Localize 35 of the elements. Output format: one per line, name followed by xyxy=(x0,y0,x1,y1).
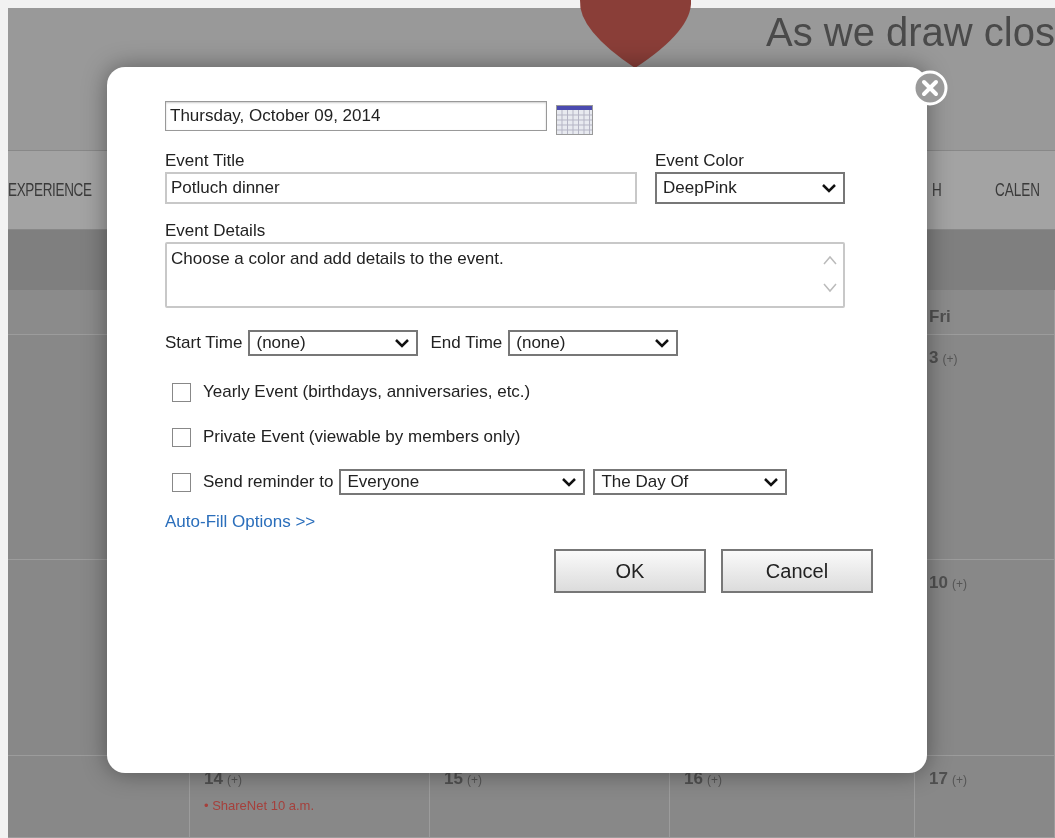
option-label: Send reminder to xyxy=(203,471,334,494)
checkbox[interactable] xyxy=(172,427,191,447)
end-time-select[interactable]: (none) xyxy=(508,330,679,356)
field-label: Start Time xyxy=(165,332,243,355)
color-select[interactable]: DeepPink xyxy=(655,172,845,204)
start-time-select[interactable]: (none) xyxy=(248,330,419,356)
title-field[interactable]: Potluch dinner xyxy=(165,172,637,204)
weekday-heading: Fri xyxy=(929,307,951,326)
heart-icon xyxy=(578,0,693,70)
field-label: Event Color xyxy=(655,150,745,172)
page-heading: As we draw clos xyxy=(766,12,1055,52)
nav-item[interactable]: EXPERIENCE xyxy=(8,176,92,204)
auto-fill-link[interactable]: Auto-Fill Options >> xyxy=(165,509,847,535)
chevron-down-icon xyxy=(394,338,411,348)
reminder-select[interactable]: Everyone xyxy=(339,469,586,495)
chevron-down-icon xyxy=(821,183,837,193)
chevron-down-icon xyxy=(654,338,671,348)
calendar-icon[interactable] xyxy=(556,105,593,135)
ok-button[interactable]: OK xyxy=(554,548,706,593)
details-field[interactable]: Choose a color and add details to the event. xyxy=(165,242,845,308)
field-label: Event Details xyxy=(165,220,267,242)
checkbox[interactable] xyxy=(172,382,191,402)
cancel-button[interactable]: Cancel xyxy=(721,548,873,593)
chevron-down-icon xyxy=(561,477,578,487)
reminder-select[interactable]: The Day Of xyxy=(593,469,788,495)
field-label: Event Title xyxy=(165,150,246,172)
day-number: 17 xyxy=(929,768,948,790)
nav-item[interactable]: H xyxy=(931,176,980,204)
nav-item[interactable]: CALEN xyxy=(994,176,1040,204)
option-label: Yearly Event (birthdays, anniversaries, etc.) xyxy=(203,381,531,404)
checkbox[interactable] xyxy=(172,472,191,492)
option-label: Private Event (viewable by members only) xyxy=(203,426,521,449)
date-field[interactable]: Thursday, October 09, 2014 xyxy=(165,101,547,131)
field-label: End Time xyxy=(430,332,503,355)
chevron-down-icon xyxy=(763,477,780,487)
